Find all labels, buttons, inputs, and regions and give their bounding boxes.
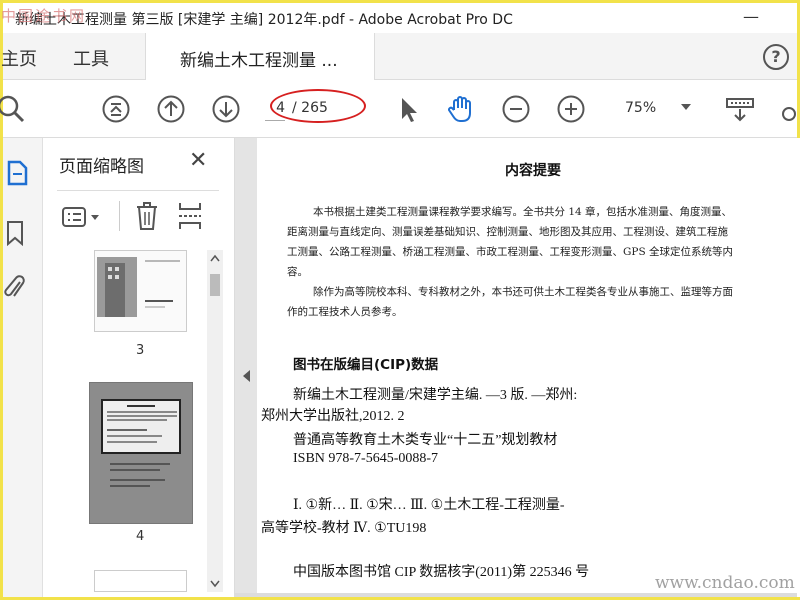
next-page-icon[interactable] — [211, 94, 241, 124]
paragraph-line: 作的工程技术人员参考。 — [287, 306, 403, 318]
thumbnail-label: 3 — [136, 343, 145, 358]
horizontal-scrollbar[interactable] — [235, 593, 797, 597]
attachment-icon[interactable] — [4, 274, 26, 302]
thumbnail-scrollbar[interactable] — [207, 250, 223, 592]
tab-document-label: 新编土木工程测量 ... — [180, 51, 338, 71]
cip-line: 郑州大学出版社,2012. 2 — [261, 409, 405, 424]
cip-title: 图书在版编目(CIP)数据 — [293, 357, 439, 373]
divider — [119, 201, 120, 231]
toolbar: 4 / 265 75% — [0, 80, 800, 138]
paragraph-line: 距离测量与直线定向、测量误差基础知识、控制测量、地形图及其应用、工程测设、建筑工… — [287, 226, 728, 238]
close-panel-button[interactable]: ✕ — [189, 148, 207, 173]
select-cursor-icon[interactable] — [393, 94, 423, 124]
panel-title: 页面缩略图 — [59, 157, 144, 177]
minimize-button[interactable]: — — [741, 7, 761, 26]
help-button[interactable]: ? — [763, 44, 789, 70]
tab-bar: 主页 工具 新编土木工程测量 ... ? — [1, 33, 797, 80]
zoom-out-icon[interactable] — [501, 94, 531, 124]
red-annotation-ellipse — [270, 89, 366, 123]
keyboard-scroll-icon[interactable] — [725, 94, 755, 124]
cip-line: 中国版本图书馆 CIP 数据核字(2011)第 225346 号 — [293, 565, 590, 580]
site-watermark: www.cndao.com — [655, 573, 795, 593]
tab-document[interactable]: 新编土木工程测量 ... — [145, 33, 375, 80]
bookmark-icon[interactable] — [6, 220, 24, 246]
thumbnail-image — [101, 399, 181, 454]
collapse-panel-icon[interactable] — [243, 370, 250, 382]
thumbnail-tools — [57, 190, 219, 240]
zoom-level[interactable]: 75% — [625, 100, 656, 116]
paragraph-line: 除作为高等院校本科、专科教材之外，本书还可供土木工程类各专业从事施工、监理等方面 — [313, 286, 733, 298]
thumbnail-label: 4 — [136, 529, 145, 544]
scroll-up-icon[interactable] — [210, 254, 220, 262]
page-thumbnail[interactable] — [94, 570, 187, 592]
search-icon[interactable] — [0, 94, 27, 124]
cip-line: 新编土木工程测量/宋建学主编. —3 版. —郑州: — [293, 388, 578, 403]
page-thumbnails-icon[interactable] — [6, 160, 28, 186]
pdf-page: 内容提要 本书根据土建类工程测量课程教学要求编写。全书共分 14 章，包括水准测… — [257, 138, 800, 597]
tab-tools[interactable]: 工具 — [73, 45, 109, 71]
delete-page-icon[interactable] — [135, 201, 159, 231]
thumbnails-panel: 页面缩略图 ✕ 3 4 — [43, 138, 235, 597]
zoom-in-icon[interactable] — [556, 94, 586, 124]
previous-page-icon[interactable] — [156, 94, 186, 124]
document-area[interactable]: 内容提要 本书根据土建类工程测量课程教学要求编写。全书共分 14 章，包括水准测… — [235, 138, 800, 597]
page-heading: 内容提要 — [505, 163, 561, 179]
paragraph-line: 工测量、公路工程测量、桥涵工程测量、市政工程测量、工程变形测量、GPS 全球定位… — [287, 246, 733, 258]
hand-tool-icon[interactable] — [446, 94, 476, 124]
cip-line: Ⅰ. ①新… Ⅱ. ①宋… Ⅲ. ①土木工程-工程测量- — [293, 498, 565, 513]
cip-line: 高等学校-教材 Ⅳ. ①TU198 — [261, 521, 427, 536]
paragraph-line: 容。 — [287, 266, 308, 278]
cip-line: 普通高等教育土木类专业“十二五”规划教材 — [293, 433, 558, 448]
extract-pages-icon[interactable] — [177, 201, 203, 231]
paragraph-line: 本书根据土建类工程测量课程教学要求编写。全书共分 14 章，包括水准测量、角度测… — [313, 206, 733, 218]
sign-tool-icon[interactable] — [777, 94, 800, 124]
cip-line: ISBN 978-7-5645-0088-7 — [293, 451, 439, 466]
title-bar: 新编土木工程测量 第三版 [宋建学 主编] 2012年.pdf - Adobe … — [1, 3, 797, 33]
window-title: 新编土木工程测量 第三版 [宋建学 主编] 2012年.pdf - Adobe … — [15, 12, 513, 28]
scrollbar-thumb[interactable] — [210, 274, 220, 296]
first-page-icon[interactable] — [101, 94, 131, 124]
page-thumbnail[interactable] — [94, 250, 187, 332]
thumbnail-image — [95, 251, 186, 331]
tab-home[interactable]: 主页 — [1, 45, 37, 71]
site-watermark: 中国途书网 — [1, 7, 87, 25]
scroll-down-icon[interactable] — [210, 580, 220, 588]
thumbnail-options-icon[interactable] — [61, 205, 105, 229]
navigation-rail — [3, 138, 43, 597]
page-thumbnail-selected[interactable] — [89, 382, 193, 524]
zoom-dropdown-icon[interactable] — [681, 104, 691, 110]
